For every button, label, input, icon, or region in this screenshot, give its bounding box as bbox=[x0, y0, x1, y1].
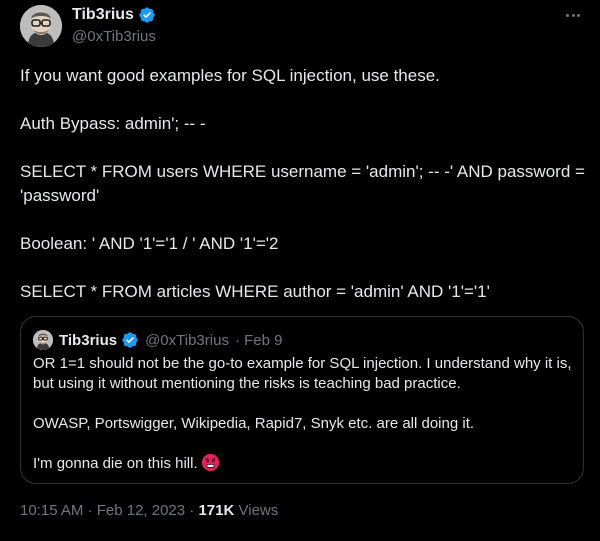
tweet-paragraph: SELECT * FROM articles WHERE author = 'a… bbox=[20, 282, 490, 301]
more-options-icon[interactable] bbox=[562, 6, 584, 24]
tweet-paragraph: If you want good examples for SQL inject… bbox=[20, 66, 440, 85]
quoted-paragraph: OR 1=1 should not be the go-to example f… bbox=[33, 355, 572, 392]
tweet-paragraph: SELECT * FROM users WHERE username = 'ad… bbox=[20, 162, 585, 205]
tweet-paragraph: Auth Bypass: admin'; -- - bbox=[20, 114, 206, 133]
tweet-timestamp[interactable]: 10:15 AM · Feb 12, 2023 bbox=[20, 502, 185, 519]
tweet-paragraph: Boolean: ' AND '1'='1 / ' AND '1'='2 bbox=[20, 234, 279, 253]
tweet-text: If you want good examples for SQL inject… bbox=[20, 64, 585, 328]
verified-badge-icon bbox=[122, 332, 138, 348]
quoted-paragraph: OWASP, Portswigger, Wikipedia, Rapid7, S… bbox=[33, 415, 475, 432]
author-display-name[interactable]: Tib3rius bbox=[72, 6, 134, 24]
enraged-face-emoji-icon bbox=[201, 454, 219, 471]
tweet-footer: 10:15 AM · Feb 12, 2023 · 171K Views bbox=[20, 502, 278, 519]
quoted-handle: @0xTib3rius bbox=[145, 331, 229, 349]
author-avatar[interactable] bbox=[20, 5, 62, 47]
footer-separator: · bbox=[189, 502, 195, 519]
quoted-author-avatar bbox=[33, 330, 53, 350]
quoted-display-name: Tib3rius bbox=[59, 331, 118, 349]
views-label: Views bbox=[238, 502, 279, 519]
views-count: 171K bbox=[198, 502, 235, 519]
quoted-tweet[interactable]: Tib3rius @0xTib3rius · Feb 9 OR 1=1 shou… bbox=[20, 316, 584, 484]
verified-badge-icon bbox=[139, 7, 155, 23]
quoted-paragraph: I'm gonna die on this hill. bbox=[33, 454, 573, 474]
quoted-paragraph-text: I'm gonna die on this hill. bbox=[33, 455, 198, 472]
tweet: Tib3rius @0xTib3rius If you want good ex… bbox=[0, 0, 600, 541]
quoted-text: OR 1=1 should not be the go-to example f… bbox=[33, 354, 573, 494]
quoted-date: · Feb 9 bbox=[234, 331, 283, 349]
author-name-row[interactable]: Tib3rius bbox=[72, 6, 156, 24]
author-handle[interactable]: @0xTib3rius bbox=[72, 28, 156, 45]
quoted-header: Tib3rius @0xTib3rius · Feb 9 bbox=[33, 330, 282, 350]
